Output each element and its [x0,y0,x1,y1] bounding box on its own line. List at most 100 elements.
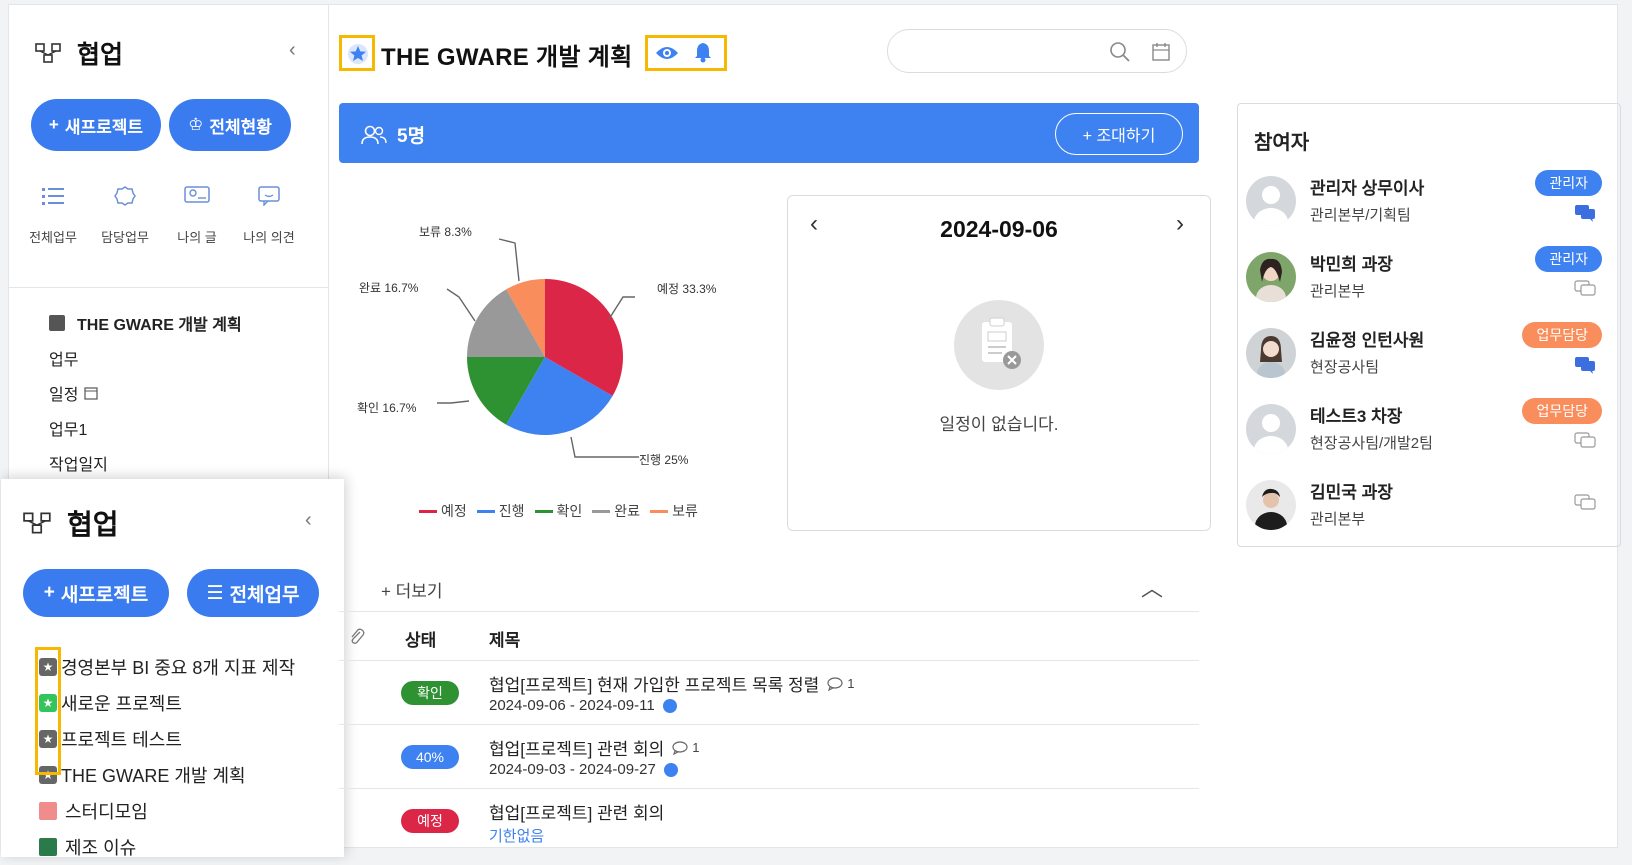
comment-count: 1 [672,740,700,755]
pie-label-in-progress: 진행 25% [639,453,689,467]
sidebar-item-tasks1[interactable]: 업무1 [49,410,242,445]
project-item[interactable]: 스터디모임 [39,793,295,829]
participants-title: 참여자 [1254,132,1310,154]
task-title[interactable]: 협업[프로젝트] 현재 가입한 프로젝트 목록 정렬 1 [489,671,854,696]
chevron-up-icon[interactable]: ︿ [1141,571,1163,603]
search-icon[interactable] [1110,42,1130,62]
more-button[interactable]: + 더보기 [381,577,443,602]
quick-my-posts[interactable]: 나의 글 [159,181,235,246]
comment-count: 1 [827,676,854,691]
table-row[interactable]: 예정 협업[프로젝트] 관련 회의 기한없음 [339,789,1199,853]
favorite-star-icon[interactable] [347,43,369,65]
project-item[interactable]: ★ THE GWARE 개발 계획 [39,757,295,793]
calendar-icon[interactable] [1152,42,1170,62]
chat-smile-icon [258,186,280,206]
pie-svg [437,238,639,458]
participant-name: 박민희 과장 [1310,255,1393,274]
sidebar-item-schedule[interactable]: 일정 [49,375,242,410]
new-project-button[interactable]: + 새프로젝트 [31,99,161,151]
sidebar-item-worklog[interactable]: 작업일지 [49,445,242,480]
participant-row[interactable]: 김윤정 인턴사원 현장공사팀 업무담당 [1246,322,1616,398]
paperclip-icon [351,628,365,644]
assignee-badge-icon [663,762,678,777]
member-count[interactable]: 5명 [361,121,425,148]
sidebar-title: 협업 [77,41,124,69]
participant-row[interactable]: 테스트3 차장 현장공사팀/개발2팀 업무담당 [1246,398,1616,474]
collapse-overlay-icon[interactable]: ‹ [305,509,312,532]
overlay-new-project-button[interactable]: + 새프로젝트 [23,569,169,617]
comment-icon [827,676,843,691]
task-title[interactable]: 협업[프로젝트] 관련 회의 1 [489,735,700,760]
project-item[interactable]: ★ 경영본부 BI 중요 8개 지표 제작 [39,649,295,685]
participant-name: 김윤정 인턴사원 [1310,331,1425,350]
pie-leader-line [498,238,520,282]
chat-outline-icon[interactable] [1574,494,1596,512]
chat-filled-icon[interactable] [1574,356,1596,374]
project-item[interactable]: ★ 프로젝트 테스트 [39,721,295,757]
avatar [1246,480,1296,530]
overview-button[interactable]: ♔ 전체현황 [169,99,291,151]
quick-all-tasks[interactable]: 전체업무 [15,181,91,246]
sidebar-menu: THE GWARE 개발 계획 업무 일정 업무1 작업일지 [49,305,242,480]
bell-icon[interactable] [693,41,713,63]
status-badge: 40% [401,745,459,769]
project-color-square [39,802,57,820]
pie-label-done: 완료 16.7% [359,281,419,295]
quick-my-opinions[interactable]: 나의 의견 [231,181,307,246]
sidebar-divider [9,287,328,288]
collapse-sidebar-icon[interactable]: ‹ [289,39,296,62]
eye-icon[interactable] [655,43,679,63]
task-table: 상태 제목 확인 협업[프로젝트] 현재 가입한 프로젝트 목록 정렬 1 202… [339,611,1199,853]
highlight-box [35,647,61,775]
gear-icon [114,186,136,206]
participant-row[interactable]: 박민희 과장 관리본부 관리자 [1246,246,1616,322]
column-status[interactable]: 상태 [405,626,436,651]
participant-name: 테스트3 차장 [1310,407,1403,426]
next-date-button[interactable]: › [1176,210,1184,238]
legend-item: 완료 [592,501,640,521]
quick-my-tasks[interactable]: 담당업무 [87,181,163,246]
pie-label-hold: 보류 8.3% [419,225,472,239]
sidebar-overlay-panel: 협업 ‹ + 새프로젝트 ☰ 전체업무 ★ 경영본부 BI 중요 8개 지표 제작 ★… [1,479,344,858]
empty-schedule-icon [954,300,1044,390]
pie-label-check: 확인 16.7% [357,401,417,415]
pie-legend: 예정 진행 확인 완료 보류 [419,501,698,521]
project-item[interactable]: ★ 새로운 프로젝트 [39,685,295,721]
pie-leader-line [570,436,639,458]
role-badge: 업무담당 [1522,322,1602,348]
comment-icon [672,740,688,755]
plus-icon: + [381,582,396,601]
sidebar-item-tasks[interactable]: 업무 [49,340,242,375]
sidebar-header: 협업 [35,35,123,71]
avatar [1246,328,1296,378]
calendar-icon [84,386,99,400]
sidebar-item-project[interactable]: THE GWARE 개발 계획 [49,305,242,340]
invite-button[interactable]: + 조대하기 [1055,113,1183,155]
overlay-all-tasks-button[interactable]: ☰ 전체업무 [187,569,319,617]
task-title[interactable]: 협업[프로젝트] 관련 회의 [489,799,664,824]
participant-dept: 관리본부 [1310,511,1366,528]
participant-row[interactable]: 관리자 상무이사 관리본부/기획팀 관리자 [1246,170,1616,246]
project-color-square [49,314,65,331]
pie-leader-line [446,288,476,322]
sidebar: 협업 ‹ + 새프로젝트 ♔ 전체현황 전체업무 담당업무 나의 글 나의 의견 T… [1,5,344,858]
chat-filled-icon[interactable] [1574,204,1596,222]
schedule-card: ‹ 2024-09-06 › 일정이 없습니다. [787,195,1211,531]
chat-outline-icon[interactable] [1574,432,1596,450]
crown-icon: ♔ [188,115,204,134]
legend-item: 보류 [650,501,698,521]
overlay-project-list: ★ 경영본부 BI 중요 8개 지표 제작 ★ 새로운 프로젝트 ★ 프로젝트 테스트… [39,649,295,865]
chat-outline-icon[interactable] [1574,280,1596,298]
table-row[interactable]: 확인 협업[프로젝트] 현재 가입한 프로젝트 목록 정렬 1 2024-09-0… [339,661,1199,725]
project-item[interactable]: 제조 이슈 [39,829,295,865]
participant-dept: 관리본부/기획팀 [1310,207,1411,224]
schedule-date: 2024-09-06 [940,216,1058,242]
pie-label-planned: 예정 33.3% [657,282,717,296]
table-row[interactable]: 40% 협업[프로젝트] 관련 회의 1 2024-09-03 - 2024-09… [339,725,1199,789]
column-title[interactable]: 제목 [489,626,520,651]
participant-row[interactable]: 김민국 과장 관리본부 [1246,474,1616,550]
participant-dept: 현장공사팀/개발2팀 [1310,435,1433,452]
person-card-icon [184,186,210,203]
search-input[interactable] [887,29,1187,73]
legend-item: 확인 [534,501,582,521]
